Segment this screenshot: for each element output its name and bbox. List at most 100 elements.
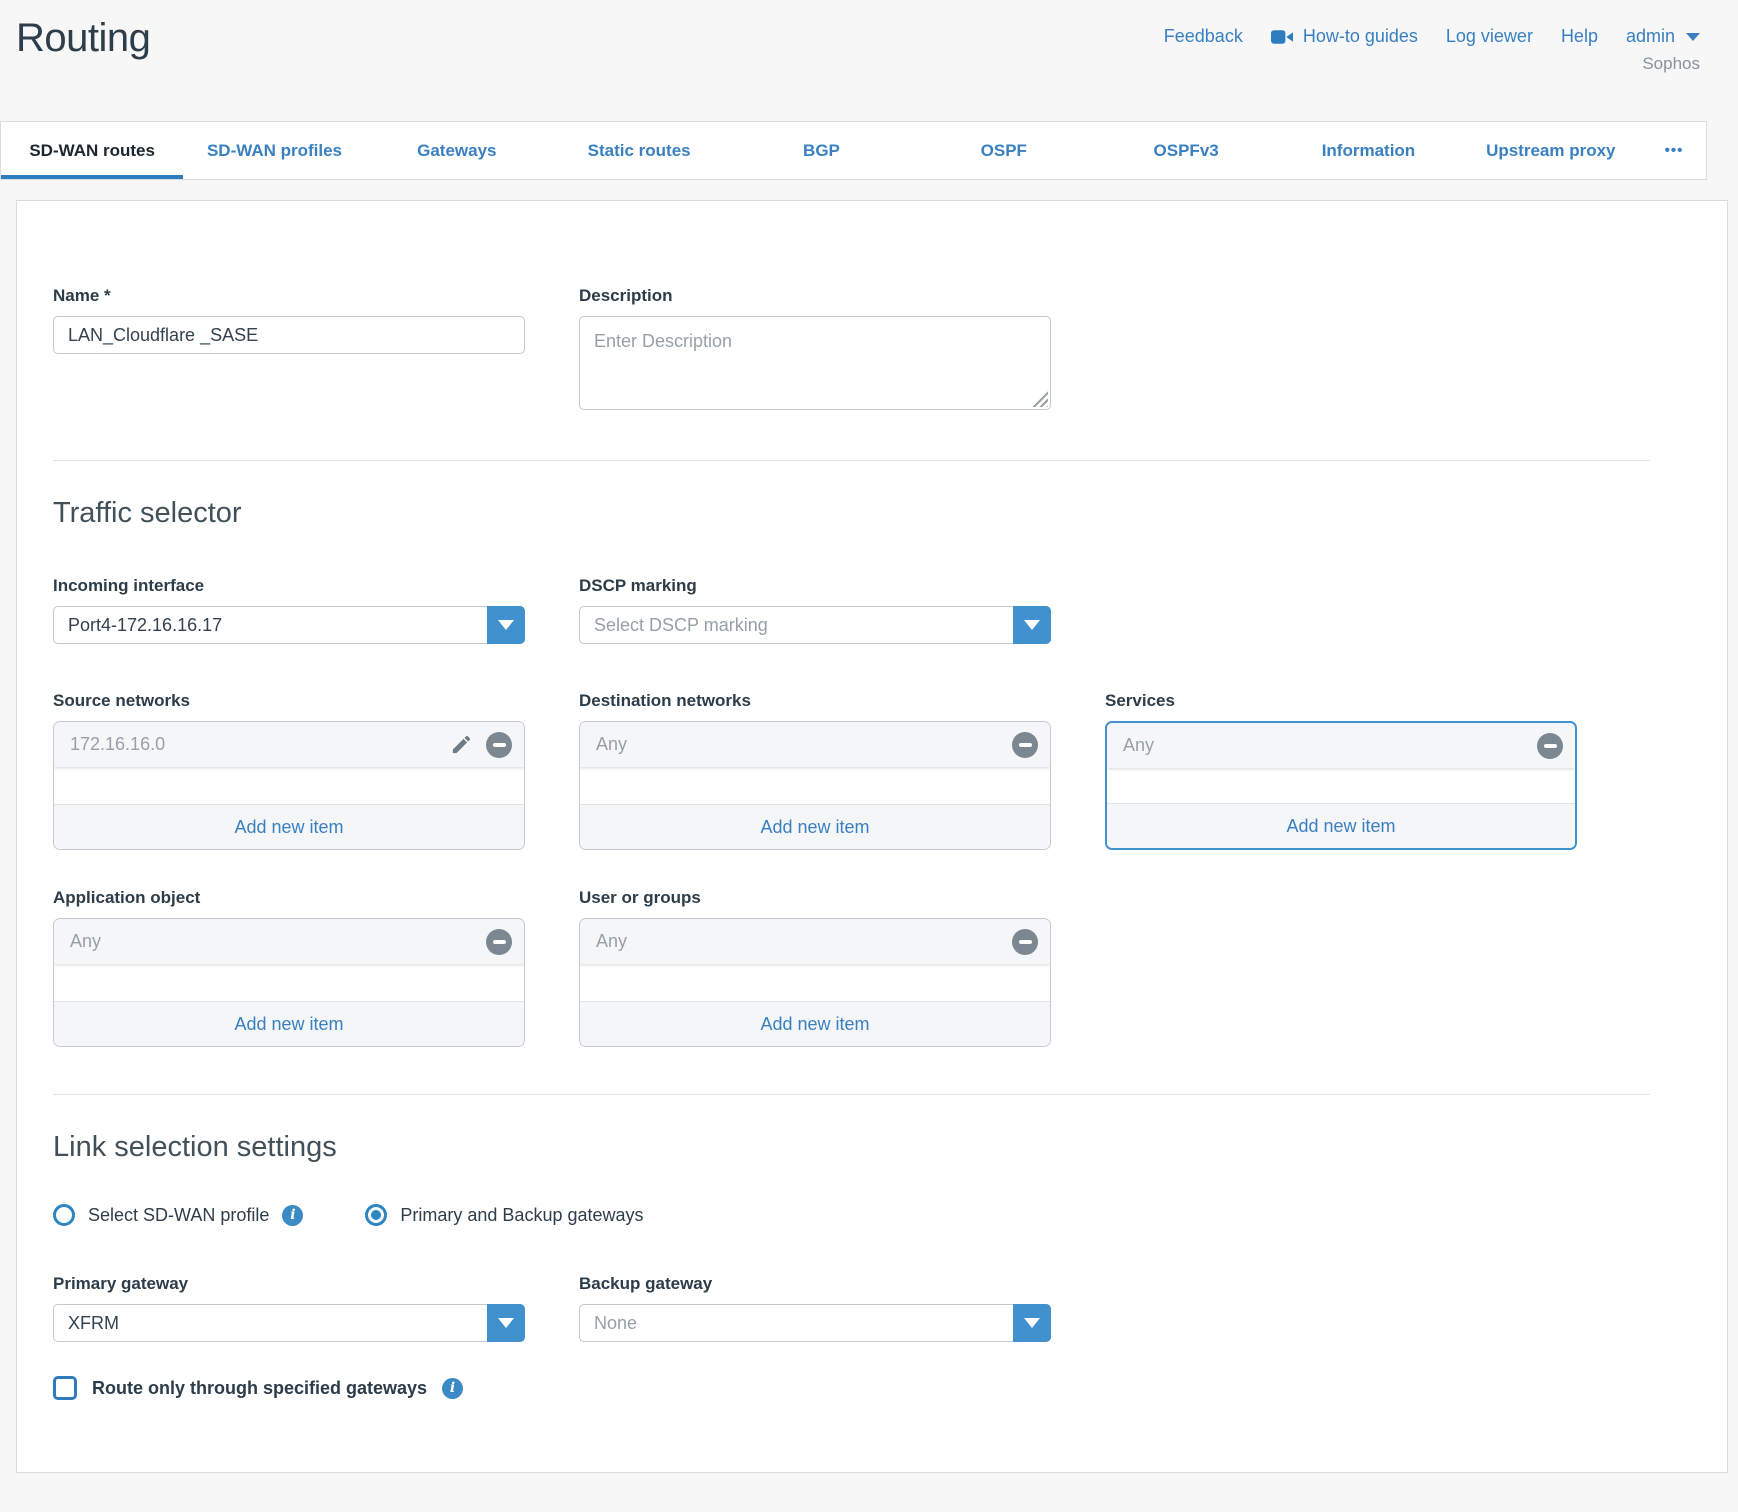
brand-label: Sophos (1164, 54, 1700, 74)
info-icon[interactable]: i (442, 1378, 463, 1399)
application-object-panel: Any Add new item (53, 918, 525, 1047)
incoming-interface-label: Incoming interface (53, 576, 525, 596)
description-textarea[interactable] (579, 316, 1051, 410)
radio-primary-backup-gateways[interactable]: Primary and Backup gateways (365, 1204, 643, 1226)
description-field-group: Description (579, 286, 1051, 410)
remove-item-icon[interactable] (1012, 929, 1038, 955)
destination-networks-panel: Any Add new item (579, 721, 1051, 850)
tab-information[interactable]: Information (1277, 122, 1459, 179)
backup-gateway-dropdown[interactable]: None (579, 1304, 1051, 1342)
user-or-groups-add-button[interactable]: Add new item (580, 1001, 1050, 1046)
panel-body (54, 767, 524, 804)
how-to-guides-label: How-to guides (1303, 26, 1418, 47)
destination-networks-group: Destination networks Any Add new item (579, 691, 1051, 850)
link-selection-radios: Select SD-WAN profile i Primary and Back… (53, 1204, 1684, 1226)
services-group: Services Any Add new item (1105, 691, 1577, 850)
radio-icon[interactable] (53, 1204, 75, 1226)
list-item: Any (580, 722, 1050, 767)
backup-gateway-dropdown-button[interactable] (1013, 1304, 1051, 1342)
radio-label: Primary and Backup gateways (400, 1205, 643, 1226)
incoming-interface-dropdown-button[interactable] (487, 606, 525, 644)
remove-item-icon[interactable] (1537, 733, 1563, 759)
link-selection-heading: Link selection settings (53, 1131, 1684, 1164)
services-panel: Any Add new item (1105, 721, 1577, 850)
services-add-button[interactable]: Add new item (1107, 803, 1575, 848)
primary-gateway-dropdown[interactable]: XFRM (53, 1304, 525, 1342)
incoming-interface-dropdown[interactable]: Port4-172.16.16.17 (53, 606, 525, 644)
user-or-groups-panel: Any Add new item (579, 918, 1051, 1047)
chevron-down-icon (498, 620, 514, 630)
source-networks-panel: 172.16.16.0 Add new item (53, 721, 525, 850)
traffic-selector-heading: Traffic selector (53, 497, 1684, 530)
destination-networks-label: Destination networks (579, 691, 1051, 711)
dscp-marking-dropdown-button[interactable] (1013, 606, 1051, 644)
panel-body (580, 767, 1050, 804)
how-to-guides-link[interactable]: How-to guides (1271, 26, 1418, 47)
list-item: 172.16.16.0 (54, 722, 524, 767)
admin-menu[interactable]: admin (1626, 26, 1700, 47)
radio-select-sdwan-profile[interactable]: Select SD-WAN profile i (53, 1204, 303, 1226)
admin-label: admin (1626, 26, 1675, 47)
list-item: Any (1107, 723, 1575, 768)
minus-bar (493, 940, 506, 944)
required-mark: * (104, 286, 111, 305)
tab-upstream-proxy[interactable]: Upstream proxy (1460, 122, 1642, 179)
minus-bar (1019, 743, 1032, 747)
feedback-link[interactable]: Feedback (1164, 26, 1243, 47)
name-label-text: Name (53, 286, 99, 305)
backup-gateway-group: Backup gateway None (579, 1274, 1051, 1342)
user-or-groups-value: Any (596, 931, 627, 952)
minus-bar (493, 743, 506, 747)
destination-networks-add-button[interactable]: Add new item (580, 804, 1050, 849)
backup-gateway-value: None (580, 1305, 1050, 1341)
route-only-checkbox[interactable] (53, 1376, 77, 1400)
application-object-label: Application object (53, 888, 525, 908)
tab-sd-wan-profiles[interactable]: SD-WAN profiles (183, 122, 365, 179)
tab-ospf[interactable]: OSPF (913, 122, 1095, 179)
primary-gateway-group: Primary gateway XFRM (53, 1274, 525, 1342)
info-icon[interactable]: i (282, 1205, 303, 1226)
header-right: Feedback How-to guides Log viewer Help a… (1164, 16, 1700, 74)
dscp-marking-label: DSCP marking (579, 576, 1051, 596)
services-label: Services (1105, 691, 1577, 711)
dscp-marking-dropdown[interactable]: Select DSCP marking (579, 606, 1051, 644)
application-object-group: Application object Any Add new item (53, 888, 525, 1047)
primary-gateway-value: XFRM (54, 1305, 524, 1341)
backup-gateway-label: Backup gateway (579, 1274, 1051, 1294)
page-title: Routing (16, 16, 150, 61)
tab-bar: SD-WAN routes SD-WAN profiles Gateways S… (0, 121, 1707, 180)
tab-bgp[interactable]: BGP (730, 122, 912, 179)
tab-gateways[interactable]: Gateways (366, 122, 548, 179)
user-or-groups-group: User or groups Any Add new item (579, 888, 1051, 1047)
user-or-groups-label: User or groups (579, 888, 1051, 908)
chevron-down-icon (1024, 620, 1040, 630)
tab-static-routes[interactable]: Static routes (548, 122, 730, 179)
radio-icon-checked[interactable] (365, 1204, 387, 1226)
tab-ospfv3[interactable]: OSPFv3 (1095, 122, 1277, 179)
application-object-add-button[interactable]: Add new item (54, 1001, 524, 1046)
incoming-interface-group: Incoming interface Port4-172.16.16.17 (53, 576, 525, 644)
divider (53, 460, 1650, 461)
primary-gateway-dropdown-button[interactable] (487, 1304, 525, 1342)
remove-item-icon[interactable] (1012, 732, 1038, 758)
remove-item-icon[interactable] (486, 732, 512, 758)
chevron-down-icon (1686, 33, 1700, 41)
name-input[interactable] (53, 316, 525, 354)
remove-item-icon[interactable] (486, 929, 512, 955)
description-label: Description (579, 286, 1051, 306)
chevron-down-icon (498, 1318, 514, 1328)
log-viewer-link[interactable]: Log viewer (1446, 26, 1533, 47)
tab-more-menu[interactable]: ••• (1642, 122, 1706, 179)
primary-gateway-label: Primary gateway (53, 1274, 525, 1294)
minus-bar (1544, 744, 1557, 748)
route-only-row: Route only through specified gateways i (53, 1376, 1684, 1400)
top-header: Routing Feedback How-to guides Log viewe… (0, 0, 1738, 121)
application-object-value: Any (70, 931, 101, 952)
help-link[interactable]: Help (1561, 26, 1598, 47)
destination-network-value: Any (596, 734, 627, 755)
dscp-marking-group: DSCP marking Select DSCP marking (579, 576, 1051, 644)
source-networks-label: Source networks (53, 691, 525, 711)
tab-sd-wan-routes[interactable]: SD-WAN routes (1, 122, 183, 179)
source-networks-add-button[interactable]: Add new item (54, 804, 524, 849)
edit-pencil-icon[interactable] (450, 733, 473, 756)
